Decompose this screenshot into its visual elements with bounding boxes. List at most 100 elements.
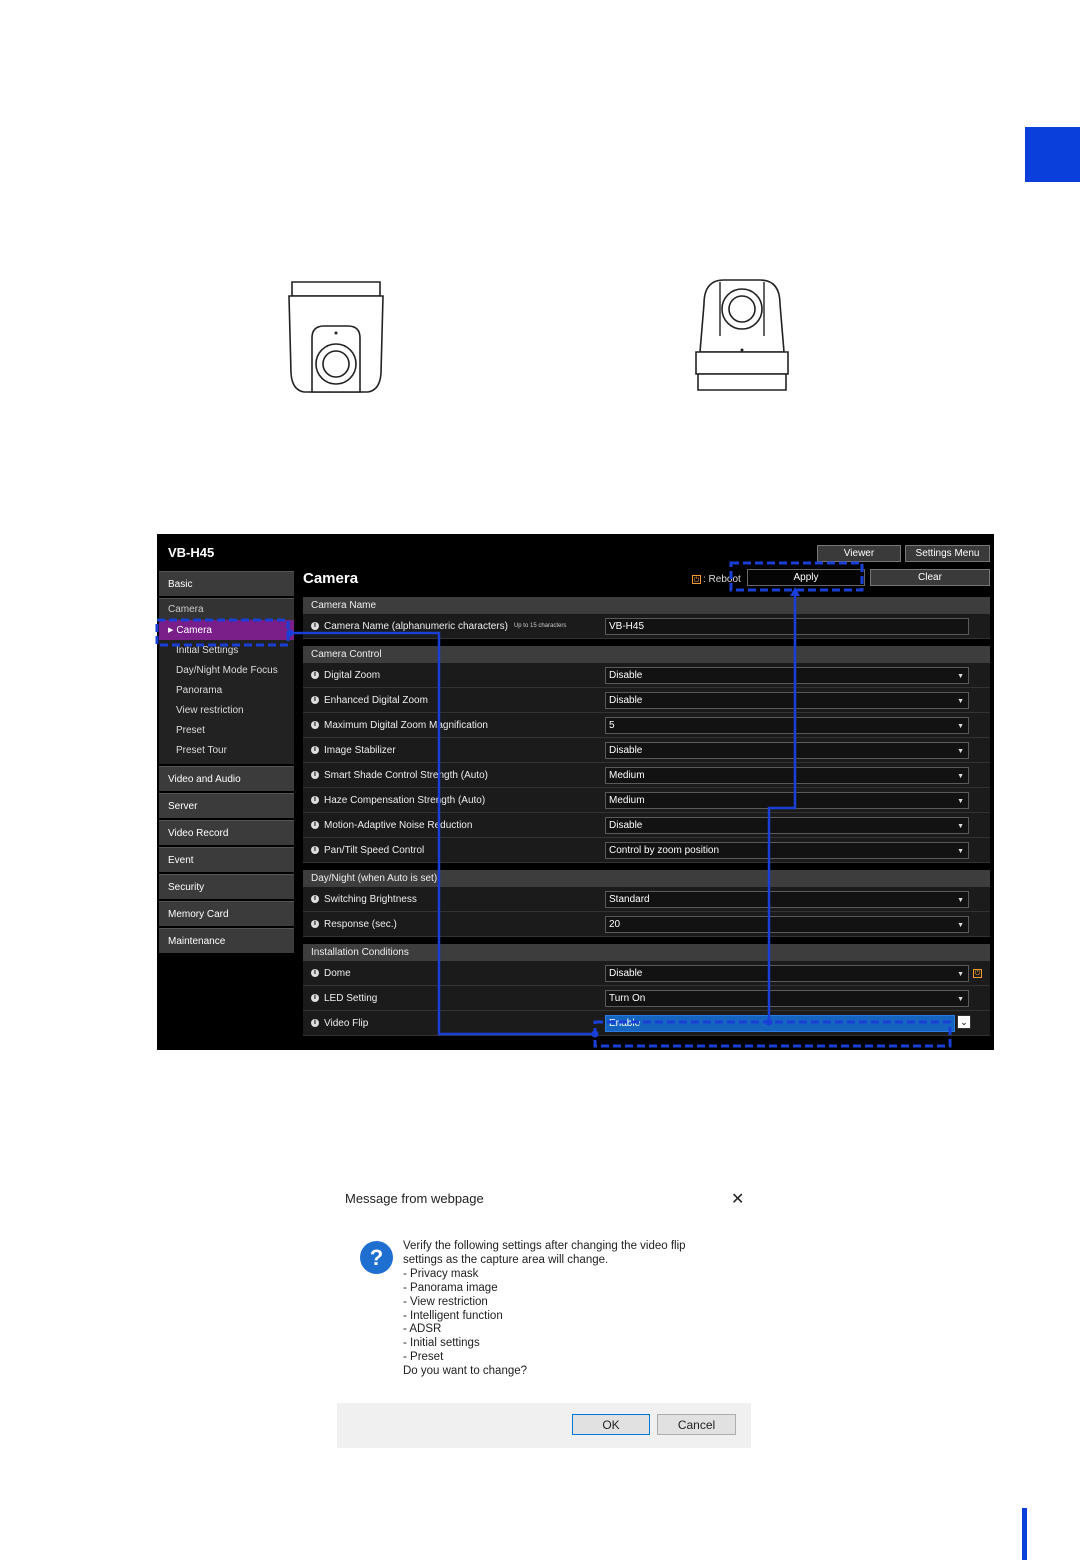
confirm-dialog: Message from webpage ✕ ? Verify the foll… bbox=[337, 1180, 751, 1448]
sidebar-item-event[interactable]: Event bbox=[159, 847, 294, 872]
setting-row-pan-tilt-speed: i Pan/Tilt Speed Control Control by zoom … bbox=[303, 838, 990, 863]
dropdown-caret-icon: ▼ bbox=[957, 772, 964, 780]
info-icon[interactable]: i bbox=[311, 796, 319, 804]
sidebar-item-server[interactable]: Server bbox=[159, 793, 294, 818]
setting-row-max-digital-zoom: i Maximum Digital Zoom Magnification 5 ▼ bbox=[303, 713, 990, 738]
dome-select[interactable]: Disable ▼ bbox=[605, 964, 969, 982]
setting-note: Up to 15 characters bbox=[513, 623, 567, 629]
max-digital-zoom-select[interactable]: 5 ▼ bbox=[605, 716, 969, 734]
camera-desktop-mount-illustration bbox=[694, 276, 790, 394]
setting-label: Video Flip bbox=[324, 1017, 369, 1029]
info-icon[interactable]: i bbox=[311, 994, 319, 1002]
settings-content: Camera Name i Camera Name (alphanumeric … bbox=[303, 597, 990, 1036]
sidebar-item-video-record[interactable]: Video Record bbox=[159, 820, 294, 845]
close-icon[interactable]: ✕ bbox=[731, 1189, 744, 1209]
viewer-button[interactable]: Viewer bbox=[817, 545, 901, 562]
response-select[interactable]: 20 ▼ bbox=[605, 915, 969, 933]
section-installation-conditions: Installation Conditions bbox=[303, 944, 990, 961]
setting-row-response: i Response (sec.) 20 ▼ bbox=[303, 912, 990, 937]
setting-row-camera-name: i Camera Name (alphanumeric characters) … bbox=[303, 614, 990, 639]
dropdown-caret-icon: ▼ bbox=[957, 970, 964, 978]
info-icon[interactable]: i bbox=[311, 746, 319, 754]
setting-label: LED Setting bbox=[324, 992, 378, 1004]
dropdown-caret-icon: ▼ bbox=[957, 921, 964, 929]
setting-row-noise-reduction: i Motion-Adaptive Noise Reduction Disable… bbox=[303, 813, 990, 838]
reboot-icon: ⏻ bbox=[692, 575, 701, 584]
sidebar-subitem-preset-tour[interactable]: Preset Tour bbox=[159, 740, 294, 760]
dialog-message: Verify the following settings after chan… bbox=[403, 1240, 686, 1378]
info-icon[interactable]: i bbox=[311, 622, 319, 630]
dropdown-caret-icon: ▼ bbox=[957, 822, 964, 830]
sidebar-subitem-day-night-mode-focus[interactable]: Day/Night Mode Focus bbox=[159, 660, 294, 680]
dropdown-caret-icon: ▼ bbox=[957, 722, 964, 730]
section-day-night: Day/Night (when Auto is set) bbox=[303, 870, 990, 887]
dropdown-caret-icon: ▼ bbox=[957, 896, 964, 904]
section-camera-control: Camera Control bbox=[303, 646, 990, 663]
info-icon[interactable]: i bbox=[311, 821, 319, 829]
info-icon[interactable]: i bbox=[311, 721, 319, 729]
chapter-tab-marker bbox=[1025, 127, 1080, 182]
info-icon[interactable]: i bbox=[311, 696, 319, 704]
info-icon[interactable]: i bbox=[311, 920, 319, 928]
setting-label: Switching Brightness bbox=[324, 893, 417, 905]
question-icon: ? bbox=[360, 1241, 393, 1274]
sidebar-subitem-preset[interactable]: Preset bbox=[159, 720, 294, 740]
video-flip-select[interactable]: Enable bbox=[605, 1014, 955, 1032]
setting-label: Pan/Tilt Speed Control bbox=[324, 844, 425, 856]
pan-tilt-speed-select[interactable]: Control by zoom position ▼ bbox=[605, 841, 969, 859]
dropdown-caret-icon: ▼ bbox=[957, 797, 964, 805]
setting-label: Dome bbox=[324, 967, 351, 979]
sidebar-subitem-view-restriction[interactable]: View restriction bbox=[159, 700, 294, 720]
camera-name-input[interactable]: VB-H45 bbox=[605, 617, 969, 635]
led-setting-select[interactable]: Turn On ▼ bbox=[605, 989, 969, 1007]
setting-label: Digital Zoom bbox=[324, 669, 381, 681]
sidebar-subitem-camera[interactable]: Camera bbox=[159, 620, 294, 640]
info-icon[interactable]: i bbox=[311, 969, 319, 977]
sidebar-subitem-initial-settings[interactable]: Initial Settings bbox=[159, 640, 294, 660]
section-camera-name: Camera Name bbox=[303, 597, 990, 614]
setting-label: Maximum Digital Zoom Magnification bbox=[324, 719, 488, 731]
dropdown-caret-icon: ▼ bbox=[957, 697, 964, 705]
sidebar-item-security[interactable]: Security bbox=[159, 874, 294, 899]
reboot-label: : Reboot bbox=[703, 574, 741, 585]
page-edge-bar bbox=[1022, 1508, 1027, 1560]
clear-button[interactable]: Clear bbox=[870, 569, 990, 586]
info-icon[interactable]: i bbox=[311, 1019, 319, 1027]
cancel-button[interactable]: Cancel bbox=[657, 1414, 736, 1435]
sidebar-item-memory-card[interactable]: Memory Card bbox=[159, 901, 294, 926]
digital-zoom-select[interactable]: Disable ▼ bbox=[605, 666, 969, 684]
setting-row-led-setting: i LED Setting Turn On ▼ bbox=[303, 986, 990, 1011]
sidebar-item-video-and-audio[interactable]: Video and Audio bbox=[159, 766, 294, 791]
enhanced-digital-zoom-select[interactable]: Disable ▼ bbox=[605, 691, 969, 709]
haze-compensation-select[interactable]: Medium ▼ bbox=[605, 791, 969, 809]
sidebar-subitem-panorama[interactable]: Panorama bbox=[159, 680, 294, 700]
apply-button[interactable]: Apply bbox=[747, 569, 865, 586]
info-icon[interactable]: i bbox=[311, 771, 319, 779]
ok-button[interactable]: OK bbox=[572, 1414, 650, 1435]
setting-label: Response (sec.) bbox=[324, 918, 397, 930]
reboot-required-icon: ⏻ bbox=[973, 969, 982, 978]
dropdown-arrow-icon[interactable]: ⌄ bbox=[957, 1015, 971, 1029]
sidebar-item-basic[interactable]: Basic bbox=[159, 571, 294, 596]
info-icon[interactable]: i bbox=[311, 671, 319, 679]
setting-row-switching-brightness: i Switching Brightness Standard ▼ bbox=[303, 887, 990, 912]
camera-settings-screen: VB-H45 Viewer Settings Menu Camera ⏻ : R… bbox=[157, 534, 994, 1050]
settings-menu-button[interactable]: Settings Menu bbox=[905, 545, 990, 562]
noise-reduction-select[interactable]: Disable ▼ bbox=[605, 816, 969, 834]
dropdown-caret-icon: ▼ bbox=[957, 672, 964, 680]
switching-brightness-select[interactable]: Standard ▼ bbox=[605, 890, 969, 908]
reboot-legend: ⏻ : Reboot bbox=[692, 574, 741, 585]
sidebar-group-camera[interactable]: Camera bbox=[159, 598, 294, 620]
dropdown-caret-icon: ▼ bbox=[957, 747, 964, 755]
camera-submenu: Camera Initial Settings Day/Night Mode F… bbox=[159, 620, 294, 764]
info-icon[interactable]: i bbox=[311, 846, 319, 854]
smart-shade-control-select[interactable]: Medium ▼ bbox=[605, 766, 969, 784]
setting-label: Haze Compensation Strength (Auto) bbox=[324, 794, 486, 806]
page-title: Camera bbox=[303, 570, 359, 587]
info-icon[interactable]: i bbox=[311, 895, 319, 903]
sidebar-item-maintenance[interactable]: Maintenance bbox=[159, 928, 294, 953]
setting-label: Smart Shade Control Strength (Auto) bbox=[324, 769, 488, 781]
image-stabilizer-select[interactable]: Disable ▼ bbox=[605, 741, 969, 759]
setting-row-image-stabilizer: i Image Stabilizer Disable ▼ bbox=[303, 738, 990, 763]
dropdown-caret-icon: ▼ bbox=[957, 995, 964, 1003]
